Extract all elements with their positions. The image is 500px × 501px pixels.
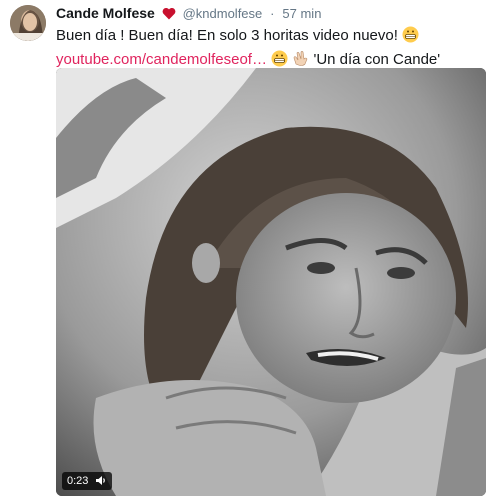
tweet-text-quote: 'Un día con Cande' <box>313 51 441 68</box>
tweet-text-line-1: Buen día ! Buen día! En solo 3 horitas v… <box>56 25 496 49</box>
tweet-content: Cande Molfese @kndmolfese · 57 min Buen … <box>56 4 496 73</box>
video-duration-badge: 0:23 <box>62 472 113 490</box>
author-name[interactable]: Cande Molfese <box>56 5 155 21</box>
tweet-text: Buen día ! Buen día! En solo 3 horitas v… <box>56 25 496 73</box>
volume-icon[interactable] <box>95 475 107 486</box>
author-handle[interactable]: @kndmolfese <box>183 6 263 21</box>
heart-icon <box>162 6 176 24</box>
youtube-link[interactable]: youtube.com/candemolfeseof… <box>56 51 267 68</box>
tweet-text-body: Buen día ! Buen día! En solo 3 horitas v… <box>56 27 398 44</box>
video-player[interactable]: 0:23 <box>56 68 486 496</box>
video-frame <box>56 68 486 496</box>
tweet-timestamp[interactable]: 57 min <box>282 6 321 21</box>
video-duration: 0:23 <box>67 475 89 487</box>
grinning-emoji-icon <box>402 26 419 49</box>
tweet: Cande Molfese @kndmolfese · 57 min Buen … <box>0 0 500 501</box>
separator-dot: · <box>270 6 275 21</box>
tweet-header: Cande Molfese @kndmolfese · 57 min <box>56 4 496 22</box>
avatar[interactable] <box>10 5 46 41</box>
